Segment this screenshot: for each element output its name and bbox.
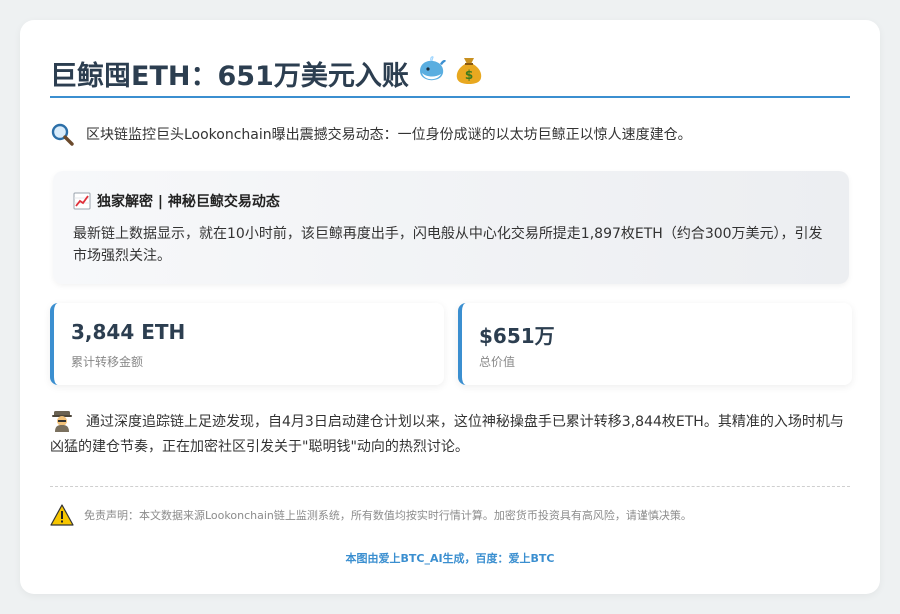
disclaimer-text: 免责声明：本文数据来源Lookonchain链上监测系统，所有数值均按实时行情计… <box>84 509 692 522</box>
highlight-heading: 独家解密 | 神秘巨鲸交易动态 <box>73 191 280 211</box>
stat-card-eth: 3,844 ETH 累计转移金额 <box>50 303 444 385</box>
stat-label: 总价值 <box>479 355 516 369</box>
stat-value: $651万 <box>479 324 555 348</box>
svg-text:$: $ <box>465 68 473 82</box>
stat-card-value: $651万 总价值 <box>458 303 852 385</box>
stat-value: 3,844 ETH <box>71 320 186 344</box>
analysis-text: 通过深度追踪链上足迹发现，自4月3日启动建仓计划以来，这位神秘操盘手已累计转移3… <box>50 414 844 455</box>
news-card: 巨鲸囤ETH：651万美元入账 $ 区块链监控巨头Lookonchain曝出震撼… <box>20 20 880 594</box>
page-title: 巨鲸囤ETH：651万美元入账 $ <box>50 54 483 93</box>
title-divider <box>50 96 850 98</box>
stat-label: 累计转移金额 <box>71 355 144 369</box>
warning-icon <box>50 504 74 526</box>
disclaimer: 免责声明：本文数据来源Lookonchain链上监测系统，所有数值均按实时行情计… <box>50 504 850 526</box>
highlight-body: 最新链上数据显示，就在10小时前，该巨鲸再度出手，闪电般从中心化交易所提走1,8… <box>73 226 823 264</box>
chart-increasing-icon <box>73 192 91 210</box>
intro-text: 区块链监控巨头Lookonchain曝出震撼交易动态：一位身份成谜的以太坊巨鲸正… <box>86 127 692 143</box>
analysis-paragraph: 通过深度追踪链上足迹发现，自4月3日启动建仓计划以来，这位神秘操盘手已累计转移3… <box>50 408 855 460</box>
footer-credit: 本图由爱上BTC_AI生成，百度：爱上BTC <box>345 552 555 565</box>
whale-icon <box>417 56 447 91</box>
intro-paragraph: 区块链监控巨头Lookonchain曝出震撼交易动态：一位身份成谜的以太坊巨鲸正… <box>50 122 850 146</box>
highlight-box: 独家解密 | 神秘巨鲸交易动态 最新链上数据显示，就在10小时前，该巨鲸再度出手… <box>53 171 849 284</box>
highlight-title: 独家解密 | 神秘巨鲸交易动态 <box>97 194 280 210</box>
detective-icon <box>50 408 74 432</box>
dashed-divider <box>50 486 850 487</box>
title-text: 巨鲸囤ETH：651万美元入账 <box>50 61 409 92</box>
money-bag-icon: $ <box>455 55 483 92</box>
magnifier-icon <box>50 122 74 146</box>
